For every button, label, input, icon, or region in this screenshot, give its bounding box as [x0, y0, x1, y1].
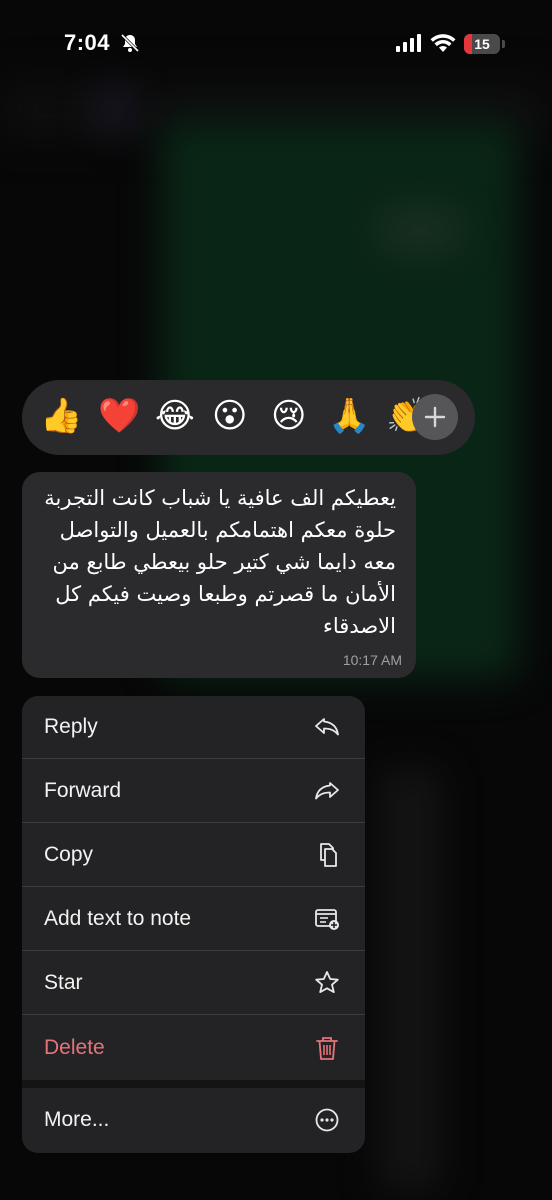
cellular-signal-icon — [396, 34, 421, 52]
message-timestamp: 10:17 AM — [342, 652, 402, 668]
message-bubble: يعطيكم الف عافية يا شباب كانت التجربة حل… — [22, 472, 416, 678]
bell-slash-icon — [120, 33, 140, 53]
menu-item-reply[interactable]: Reply — [22, 696, 365, 759]
copy-icon — [320, 843, 337, 867]
menu-item-label: Forward — [44, 779, 122, 802]
reaction-thumbs-up[interactable]: 👍 — [40, 396, 82, 436]
menu-item-label: Star — [44, 971, 83, 994]
menu-separator — [22, 1080, 365, 1088]
menu-item-copy[interactable]: Copy — [22, 824, 365, 887]
wifi-icon — [430, 34, 456, 52]
menu-item-label: Delete — [44, 1035, 105, 1059]
reaction-surprised[interactable]: 😮 — [212, 396, 247, 436]
menu-item-more[interactable]: More... — [22, 1088, 365, 1151]
reaction-bar: 👍 ❤️ 😂 😮 😢 🙏 👏 — [22, 380, 475, 455]
menu-item-add-text-to-note[interactable]: Add text to note — [22, 888, 365, 951]
reaction-laughing[interactable]: 😂 — [155, 396, 195, 436]
reaction-pray[interactable]: 🙏 — [328, 396, 370, 436]
status-bar: 7:04 15 — [0, 0, 552, 90]
message-text: يعطيكم الف عافية يا شباب كانت التجربة حل… — [44, 486, 396, 638]
menu-item-forward[interactable]: Forward — [22, 760, 365, 823]
menu-item-star[interactable]: Star — [22, 952, 365, 1015]
menu-item-delete[interactable]: Delete — [22, 1016, 365, 1079]
reply-icon — [315, 718, 339, 736]
message-context-menu: Reply Forward Copy Add text to note Star — [22, 696, 365, 1153]
more-reactions-button[interactable] — [412, 394, 458, 440]
battery-level: 15 — [474, 36, 490, 52]
menu-item-label: Add text to note — [44, 907, 192, 930]
star-icon — [315, 971, 339, 993]
reaction-heart[interactable]: ❤️ — [98, 396, 140, 436]
status-time: 7:04 — [64, 30, 111, 55]
plus-icon — [424, 406, 446, 428]
reaction-crying[interactable]: 😢 — [271, 396, 306, 436]
trash-icon — [316, 1036, 338, 1060]
forward-icon — [315, 782, 339, 800]
more-ellipsis-icon — [315, 1108, 339, 1131]
menu-item-label: Reply — [44, 715, 98, 738]
note-add-icon — [315, 909, 339, 930]
menu-item-label: More... — [44, 1107, 110, 1131]
battery-indicator: 15 — [464, 34, 500, 54]
menu-item-label: Copy — [44, 843, 94, 866]
